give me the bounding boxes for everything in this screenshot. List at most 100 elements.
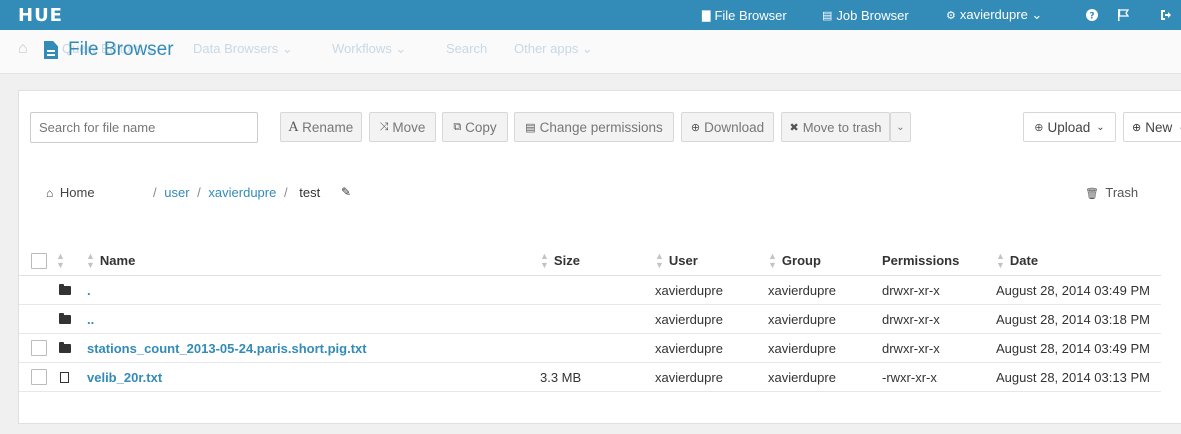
file-permissions: drwxr-xr-x [882,340,940,356]
document-icon [44,41,58,59]
pencil-icon[interactable]: ✎ [341,185,351,199]
search-input[interactable] [30,112,258,143]
new-button[interactable]: ⊕ New ⌄ [1123,112,1181,142]
column-group[interactable]: ▲ ▼ Group [768,246,821,275]
column-size[interactable]: ▲ ▼ Size [540,246,580,275]
file-permissions: -rwxr-xr-x [882,369,937,385]
column-user-label: User [668,253,698,268]
move-label: Move [392,119,426,135]
question-icon[interactable]: ? [1086,0,1098,30]
upload-label: Upload [1047,119,1091,135]
column-user[interactable]: ▲ ▼ User [655,246,698,275]
column-date[interactable]: ▲ ▼ Date [996,246,1038,275]
user-menu[interactable]: ⚙ xavierdupre ⌄ [946,0,1042,30]
plus-circle-icon: ⊕ [1132,121,1142,134]
signout-icon[interactable] [1160,0,1172,30]
trash-icon: 🗑 [1085,188,1099,200]
breadcrumb-current: test [299,185,321,200]
file-date: August 28, 2014 03:13 PM [996,369,1150,385]
rename-label: Rename [302,119,354,135]
breadcrumb-user[interactable]: user [164,185,189,200]
sort-icon[interactable]: ▲ ▼ [56,246,70,275]
nav-job-browser-label: Job Browser [836,7,909,23]
sort-icon: ▲ ▼ [655,250,664,270]
chevron-down-icon: ⌄ [896,121,905,133]
copy-button[interactable]: ⧉ Copy [442,112,508,142]
file-group: xavierdupre [768,369,836,385]
sort-icon: ▲ ▼ [540,250,549,270]
file-date: August 28, 2014 03:49 PM [996,340,1150,356]
row-checkbox[interactable] [31,363,47,391]
breadcrumb-home[interactable]: ⌂ Home [46,185,95,200]
trash-options-dropdown[interactable]: ⌄ [890,112,911,142]
file-name-link[interactable]: .. [87,305,94,333]
file-user: xavierdupre [655,340,723,356]
nav-job-browser[interactable]: ▤ Job Browser [822,0,909,30]
file-user: xavierdupre [655,369,723,385]
table-row[interactable]: velib_20r.txt 3.3 MB xavierdupre xavierd… [19,363,1161,392]
rename-button[interactable]: A Rename [280,112,362,142]
row-checkbox[interactable] [31,334,47,362]
folder-icon [59,305,71,333]
download-label: Download [704,119,765,135]
list-alt-icon: ▤ [525,121,536,134]
file-user: xavierdupre [655,282,723,298]
table-row[interactable]: stations_count_2013-05-24.paris.short.pi… [19,334,1161,363]
file-name-link[interactable]: velib_20r.txt [87,363,162,391]
breadcrumb-separator: / [283,185,288,200]
upload-icon: ⊕ [1034,121,1044,134]
trash-label: Trash [1105,185,1139,200]
folder-icon [59,334,71,362]
nav-workflows[interactable]: Workflows ⌄ [332,41,406,57]
file-group: xavierdupre [768,340,836,356]
trash-link[interactable]: 🗑 Trash [1085,185,1138,200]
sort-icon: ▲ ▼ [86,250,95,270]
table-row[interactable]: .. xavierdupre xavierdupre drwxr-xr-x Au… [19,305,1161,334]
upload-button[interactable]: ⊕ Upload ⌄ [1023,112,1116,142]
column-date-label: Date [1009,253,1039,268]
home-icon[interactable]: ⌂ [18,40,28,58]
download-icon: ⊕ [690,121,701,134]
file-table: ▲ ▼ ▲ ▼ Name ▲ ▼ Size ▲ ▼ User ▲ ▼ Group Permissi… [19,246,1161,392]
file-name-link[interactable]: . [87,276,91,304]
column-permissions[interactable]: Permissions [882,246,959,275]
copy-icon: ⧉ [453,120,462,133]
select-all-checkbox[interactable] [31,246,47,275]
flag-icon[interactable] [1117,0,1129,30]
file-browser-panel: A Rename ⤨ Move ⧉ Copy ▤ Change permissi… [18,90,1181,424]
breadcrumb-home-label: Home [59,185,95,200]
breadcrumb-separator: / [153,185,157,200]
column-name[interactable]: ▲ ▼ Name [86,246,135,275]
table-row[interactable]: . xavierdupre xavierdupre drwxr-xr-x Aug… [19,276,1161,305]
copy-label: Copy [465,119,497,135]
download-button[interactable]: ⊕ Download [681,112,774,142]
move-button[interactable]: ⤨ Move [369,112,436,142]
nav-file-browser-label: File Browser [714,7,787,23]
hue-logo[interactable]: HUE [18,5,63,26]
column-group-label: Group [781,253,821,268]
app-nav-bar: Query Editors ⌄ Data Browsers ⌄ Workflow… [0,30,1181,74]
nav-file-browser[interactable]: ▇ File Browser [702,0,787,30]
nav-other-apps[interactable]: Other apps ⌄ [514,41,593,57]
top-bar: HUE ▇ File Browser ▤ Job Browser ⚙ xavie… [0,0,1181,30]
new-label: New [1145,119,1173,135]
file-user: xavierdupre [655,311,723,327]
nav-data-browsers[interactable]: Data Browsers ⌄ [193,41,293,57]
breadcrumb-separator: / [197,185,201,200]
sort-icon: ▲ ▼ [768,250,777,270]
breadcrumb-xavierdupre[interactable]: xavierdupre [208,185,276,200]
nav-search[interactable]: Search [446,41,487,56]
user-menu-label: xavierdupre ⌄ [959,7,1043,22]
file-group: xavierdupre [768,282,836,298]
breadcrumb: / user / xavierdupre / test [149,185,320,200]
change-permissions-button[interactable]: ▤ Change permissions [514,112,674,142]
file-name-link[interactable]: stations_count_2013-05-24.paris.short.pi… [87,334,367,362]
file-permissions: drwxr-xr-x [882,282,940,298]
move-to-trash-label: Move to trash [802,119,882,135]
move-to-trash-button[interactable]: ✖ Move to trash [781,112,890,142]
sort-icon: ▲ ▼ [996,250,1005,270]
svg-text:?: ? [1089,12,1094,22]
list-icon: ▤ [822,9,833,22]
page-title-text: File Browser [68,39,174,60]
random-icon: ⤨ [379,120,389,133]
